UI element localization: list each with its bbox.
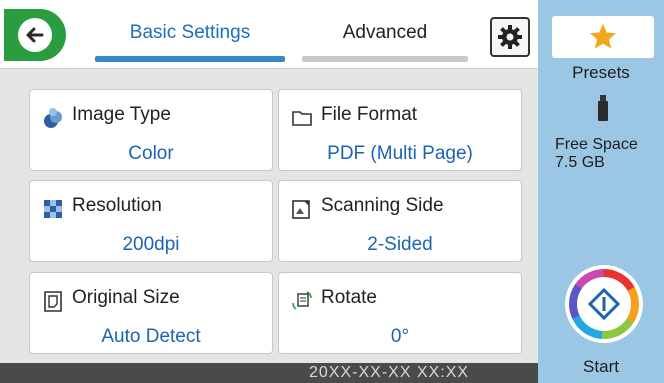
card-value: Auto Detect: [101, 326, 201, 347]
resolution-icon: [44, 200, 62, 218]
card-title: Scanning Side: [321, 195, 444, 216]
status-bar: 20XX-XX-XX XX:XX: [0, 363, 538, 383]
card-title: File Format: [321, 104, 418, 125]
side-panel: Presets Free Space 7.5 GB Start: [538, 0, 664, 383]
active-tab-indicator: [95, 56, 285, 62]
scanning-side-card[interactable]: Scanning Side 2-Sided: [278, 180, 522, 262]
usb-drive-icon: [598, 95, 608, 121]
settings-button[interactable]: [490, 17, 530, 57]
start-diamond-icon: [565, 265, 643, 343]
scanner-settings-screen: Basic Settings Advanced Image Type Color…: [0, 0, 664, 383]
file-format-card[interactable]: File Format PDF (Multi Page): [278, 89, 522, 171]
top-bar: Basic Settings Advanced: [0, 0, 538, 69]
card-title: Rotate: [321, 287, 377, 308]
card-value: Color: [128, 143, 174, 164]
start-label: Start: [583, 357, 619, 376]
back-arrow-icon: [18, 18, 52, 52]
free-space-label: Free Space: [555, 136, 638, 153]
card-title: Resolution: [72, 195, 162, 216]
folder-icon: [292, 111, 312, 126]
free-space-value: 7.5 GB: [555, 154, 605, 171]
resolution-card[interactable]: Resolution 200dpi: [29, 180, 273, 262]
tab-label: Basic Settings: [129, 22, 251, 43]
card-title: Original Size: [72, 287, 180, 308]
original-size-card[interactable]: Original Size Auto Detect: [29, 272, 273, 354]
start-button[interactable]: [564, 264, 644, 344]
card-title: Image Type: [72, 104, 171, 125]
card-value: 0°: [390, 326, 410, 347]
rotate-icon: [292, 291, 312, 310]
tab-label: Advanced: [342, 22, 428, 43]
tab-advanced[interactable]: Advanced: [302, 18, 468, 62]
card-value: 200dpi: [122, 234, 180, 255]
gear-icon: [498, 25, 522, 49]
settings-grid: Image Type Color File Format PDF (Multi …: [0, 69, 538, 363]
back-button[interactable]: [4, 9, 66, 61]
scanning-side-icon: [292, 200, 310, 219]
image-type-icon: [44, 108, 62, 128]
star-icon: [590, 24, 616, 49]
card-value: PDF (Multi Page): [327, 143, 473, 164]
datetime-text: 20XX-XX-XX XX:XX: [309, 364, 470, 381]
presets-label: Presets: [572, 63, 630, 82]
tab-indicator: [302, 56, 468, 62]
presets-button[interactable]: [552, 16, 654, 58]
original-size-icon: [44, 291, 62, 312]
rotate-card[interactable]: Rotate 0°: [278, 272, 522, 354]
image-type-card[interactable]: Image Type Color: [29, 89, 273, 171]
card-value: 2-Sided: [367, 234, 433, 255]
tab-basic-settings[interactable]: Basic Settings: [95, 18, 285, 62]
